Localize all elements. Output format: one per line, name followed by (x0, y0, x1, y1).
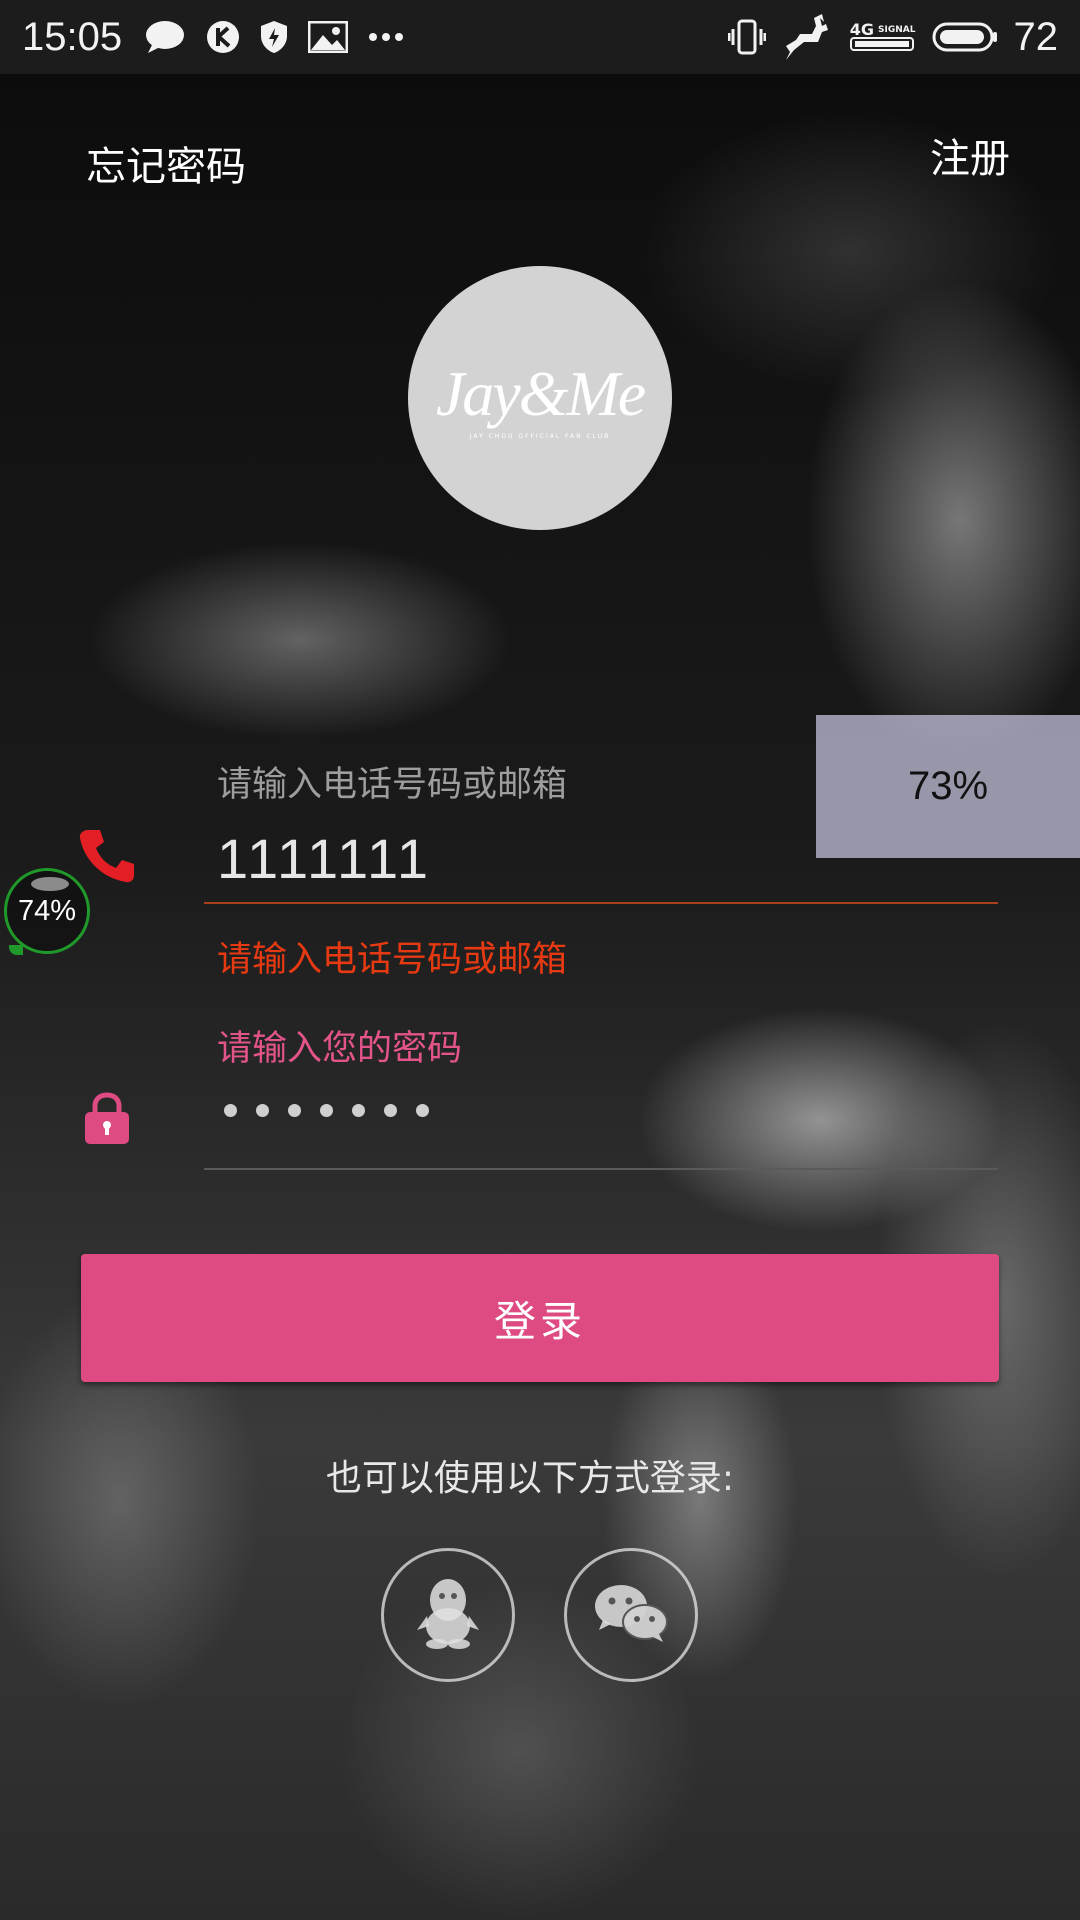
app-logo: Jay&Me JAY CHOU OFFICIAL FAN CLUB (408, 266, 672, 530)
phone-error-message: 请输入电话号码或邮箱 (217, 940, 568, 980)
forgot-password-link[interactable]: 忘记密码 (86, 134, 246, 192)
password-input[interactable] (224, 1104, 448, 1117)
image-icon (308, 21, 349, 53)
signal-network-label: 4G (849, 20, 875, 39)
message-icon (144, 19, 186, 55)
password-mask-dot (288, 1104, 301, 1117)
qq-icon (413, 1576, 483, 1654)
qq-login-button[interactable] (381, 1548, 515, 1682)
register-link[interactable]: 注册 (930, 126, 1010, 184)
logo-text: Jay&Me (435, 357, 646, 429)
password-input-underline (204, 1168, 998, 1170)
signal-4g-icon: 4G SIGNAL (849, 20, 916, 51)
login-button[interactable]: 登录 (81, 1254, 999, 1382)
status-time: 15:05 (22, 14, 123, 59)
password-mask-dot (384, 1104, 397, 1117)
battery-icon (932, 22, 998, 52)
k-app-icon (206, 20, 240, 54)
phone-icon (78, 826, 136, 888)
password-mask-dot (416, 1104, 429, 1117)
deer-icon (782, 12, 834, 62)
shield-icon (260, 20, 288, 54)
battery-level: 72 (1013, 14, 1059, 59)
vibrate-icon (727, 19, 766, 55)
phone-input-underline (204, 902, 998, 904)
password-mask-dot (320, 1104, 333, 1117)
lock-icon (82, 1092, 132, 1150)
password-mask-dot (256, 1104, 269, 1117)
more-icon (368, 32, 404, 42)
phone-input[interactable]: 1111111 (217, 826, 431, 891)
password-field-label: 请输入您的密码 (217, 1029, 463, 1069)
password-mask-dot (352, 1104, 365, 1117)
wechat-icon (593, 1582, 669, 1648)
signal-text-label: SIGNAL (878, 25, 916, 35)
status-bar: 15:05 4G SIGNAL 72 (0, 0, 1080, 74)
logo-subtitle: JAY CHOU OFFICIAL FAN CLUB (469, 432, 611, 440)
floating-percent-widget[interactable]: 74% (4, 868, 90, 955)
password-mask-dot (224, 1104, 237, 1117)
alt-login-text: 也可以使用以下方式登录: (325, 1458, 735, 1499)
wechat-login-button[interactable] (564, 1548, 698, 1682)
phone-field-label: 请输入电话号码或邮箱 (217, 765, 568, 805)
status-right-group: 4G SIGNAL 72 (727, 12, 1059, 62)
percent-overlay-panel: 73% (816, 715, 1080, 858)
